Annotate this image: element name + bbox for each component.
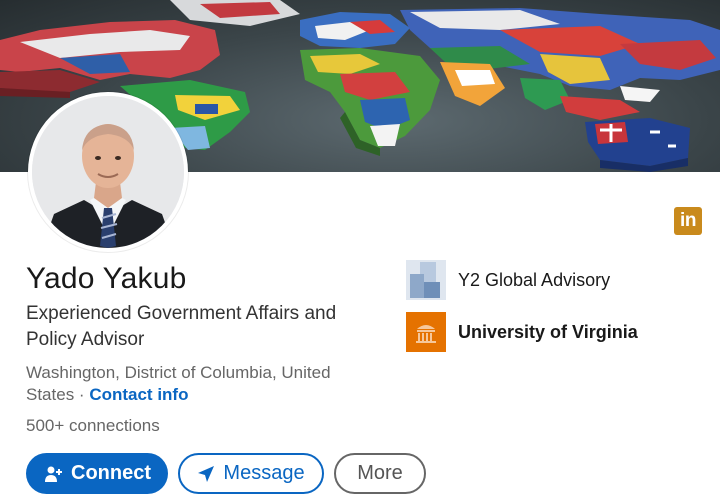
message-label: Message bbox=[223, 462, 305, 484]
more-label: More bbox=[357, 462, 403, 484]
profile-headline: Experienced Government Affairs and Polic… bbox=[26, 303, 337, 350]
org-y2-global-advisory[interactable]: Y2 Global Advisory bbox=[406, 260, 610, 300]
y2-global-advisory-logo-icon bbox=[406, 260, 446, 300]
profile-location: Washington, District of Columbia, United… bbox=[26, 362, 376, 406]
person-portrait-icon bbox=[32, 96, 184, 248]
contact-info-link[interactable]: Contact info bbox=[89, 385, 188, 404]
location-separator: · bbox=[74, 385, 90, 404]
connect-label: Connect bbox=[71, 462, 151, 484]
connect-button[interactable]: Connect bbox=[26, 453, 168, 494]
profile-name: Yado Yakub bbox=[26, 262, 187, 295]
add-person-icon bbox=[43, 464, 63, 484]
university-of-virginia-logo-icon bbox=[406, 312, 446, 352]
linkedin-icon[interactable]: in bbox=[674, 207, 702, 235]
more-button[interactable]: More bbox=[334, 453, 426, 494]
connections-count[interactable]: 500+ connections bbox=[26, 416, 160, 436]
org-university-of-virginia[interactable]: University of Virginia bbox=[406, 312, 638, 352]
org-name: Y2 Global Advisory bbox=[458, 269, 611, 290]
send-icon bbox=[197, 465, 215, 483]
org-name: University of Virginia bbox=[458, 321, 638, 342]
profile-actions: Connect Message More bbox=[26, 453, 436, 494]
profile-photo-avatar[interactable] bbox=[28, 92, 188, 252]
message-button[interactable]: Message bbox=[178, 453, 324, 494]
